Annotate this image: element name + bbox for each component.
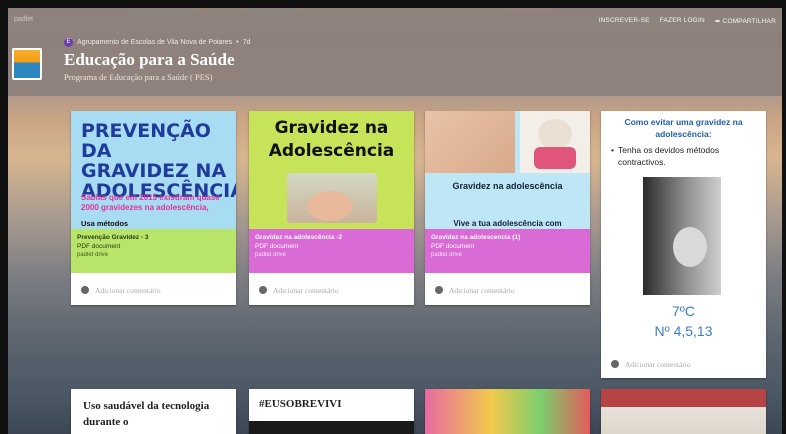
video-thumbnail[interactable] xyxy=(249,421,414,434)
padlet-board: padlet INSCREVER-SE FAZER LOGIN ➦ COMPAR… xyxy=(8,8,782,434)
post-meta: Gravidez na adolescencia (1) PDF documen… xyxy=(425,229,590,273)
poster-photo-teddy xyxy=(520,111,590,173)
post-card[interactable]: PREVENÇÃO DA GRAVIDEZ NA ADOLESCÊNCIA Sa… xyxy=(71,111,236,305)
add-comment-label: Adicionar comentário xyxy=(273,285,339,295)
page-subtitle: Programa de Educação para a Saúde ( PES) xyxy=(64,72,213,82)
post-card[interactable]: Gravidez na Adolescência Gravidez na ado… xyxy=(249,111,414,305)
add-comment-label: Adicionar comentário xyxy=(95,285,161,295)
poster-title: Gravidez na adolescência xyxy=(452,181,563,191)
avatar[interactable]: E xyxy=(64,38,73,47)
author-line: E Agrupamento de Escolas de Vila Nova de… xyxy=(64,38,250,47)
signup-link[interactable]: INSCREVER-SE xyxy=(599,17,650,25)
post-title[interactable]: Uso saudável da tecnologia durante o xyxy=(83,398,223,430)
post-meta: Gravidez na adolescência -2 PDF document… xyxy=(249,229,414,273)
bullet-text: Tenha os devidos métodos contractivos. xyxy=(617,145,720,167)
post-meta: Prevenção Gravidez - 3 PDF document padl… xyxy=(71,229,236,273)
post-thumbnail[interactable]: PREVENÇÃO DA GRAVIDEZ NA ADOLESCÊNCIA Sa… xyxy=(71,111,236,229)
poster-text: Sabias que em 2015 existiram quase 2000 … xyxy=(81,193,220,212)
add-comment-button[interactable]: Adicionar comentário xyxy=(425,275,590,305)
post-type: PDF document xyxy=(255,243,299,250)
add-comment-button[interactable]: Adicionar comentário xyxy=(71,275,236,305)
brand-logo[interactable]: padlet xyxy=(14,16,33,23)
post-source: padlet drive xyxy=(255,252,287,258)
user-icon xyxy=(81,286,89,294)
pregnancy-photo[interactable] xyxy=(643,177,721,295)
post-type: PDF document xyxy=(431,243,475,250)
login-link[interactable]: FAZER LOGIN xyxy=(660,17,705,25)
share-link[interactable]: ➦ COMPARTILHAR xyxy=(715,17,776,25)
poster-line: PREVENÇÃO DA xyxy=(81,120,211,162)
post-card[interactable]: Gravidez na adolescência Vive a tua adol… xyxy=(425,111,590,305)
poster-line: Gravidez na xyxy=(274,118,389,138)
share-label: COMPARTILHAR xyxy=(722,18,776,25)
post-title[interactable]: Prevenção Gravidez - 3 xyxy=(77,233,230,242)
add-comment-label: Adicionar comentário xyxy=(449,285,515,295)
poster-line: Adolescência xyxy=(268,141,395,161)
poster-footer: Vive a tua adolescência com xyxy=(453,219,562,228)
post-source: padlet drive xyxy=(431,252,463,258)
board-logo-icon xyxy=(12,48,42,80)
post-card[interactable] xyxy=(601,389,766,434)
bullet-icon: • xyxy=(611,145,614,155)
post-age: 7d xyxy=(242,39,251,46)
poster-photo xyxy=(287,173,377,223)
card-line: 7ºC xyxy=(671,303,695,319)
post-type: PDF document xyxy=(77,243,121,250)
poster-photo-belly xyxy=(425,111,515,173)
post-card[interactable] xyxy=(425,389,590,434)
user-icon xyxy=(259,286,267,294)
post-source: padlet drive xyxy=(77,252,109,258)
top-nav: INSCREVER-SE FAZER LOGIN ➦ COMPARTILHAR xyxy=(599,17,776,25)
user-icon xyxy=(435,286,443,294)
share-icon: ➦ xyxy=(714,18,721,25)
add-comment-label: Adicionar comentário xyxy=(625,359,691,369)
post-title[interactable]: Gravidez na adolescência -2 xyxy=(255,233,408,242)
post-title[interactable]: #EUSOBREVIVI xyxy=(259,398,342,410)
post-card[interactable]: Como evitar uma gravidez na adolescência… xyxy=(601,111,766,378)
top-bar: padlet INSCREVER-SE FAZER LOGIN ➦ COMPAR… xyxy=(8,8,782,34)
separator: • xyxy=(236,39,239,46)
card-line: Nº 4,5,13 xyxy=(654,323,713,339)
add-comment-button[interactable]: Adicionar comentário xyxy=(249,275,414,305)
add-comment-button[interactable]: Adicionar comentário xyxy=(601,350,766,378)
page-title: Educação para a Saúde xyxy=(64,50,235,69)
post-thumbnail[interactable]: Gravidez na Adolescência xyxy=(249,111,414,229)
author-name[interactable]: Agrupamento de Escolas de Vila Nova de P… xyxy=(77,39,232,46)
user-icon xyxy=(611,360,619,368)
post-thumbnail[interactable]: Gravidez na adolescência Vive a tua adol… xyxy=(425,111,590,229)
card-bullet: • Tenha os devidos métodos contractivos. xyxy=(611,144,759,168)
poster-subtext: Usa métodos xyxy=(81,219,129,228)
card-heading: Como evitar uma gravidez na adolescência… xyxy=(624,117,743,139)
poster-line: GRAVIDEZ NA xyxy=(81,160,227,182)
post-title[interactable]: Gravidez na adolescencia (1) xyxy=(431,233,584,242)
post-card[interactable]: Uso saudável da tecnologia durante o xyxy=(71,389,236,434)
post-card[interactable]: #EUSOBREVIVI xyxy=(249,389,414,434)
